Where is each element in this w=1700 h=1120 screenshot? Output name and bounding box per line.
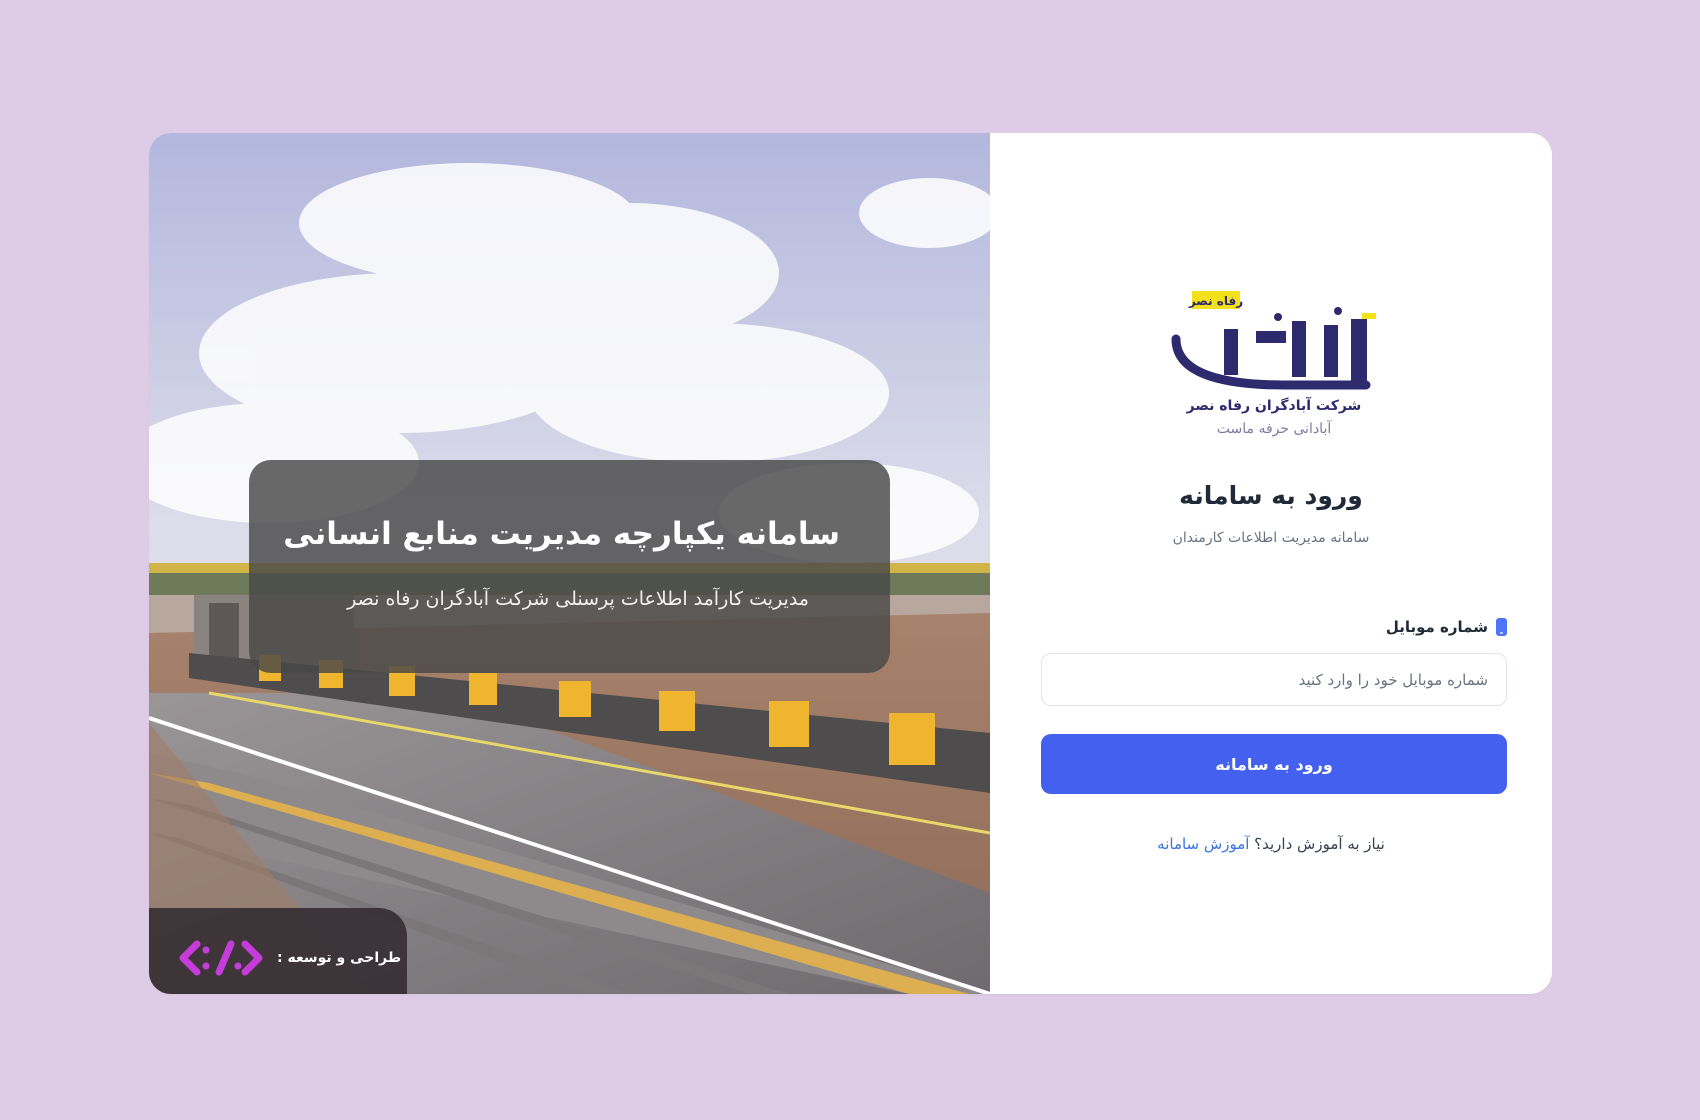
mobile-input[interactable] (1041, 653, 1507, 706)
hero-heading: سامانه یکپارچه مدیریت منابع انسانی (283, 516, 840, 552)
login-card: سامانه یکپارچه مدیریت منابع انسانی مدیری… (149, 133, 1552, 994)
company-logo: رفاه نصر شرکت آبادگران رفاه نصر آبادانی … (1171, 291, 1376, 437)
developer-logo-icon (179, 940, 263, 976)
credit-label: طراحی و توسعه : (277, 950, 402, 966)
login-panel: رفاه نصر شرکت آبادگران رفاه نصر آبادانی … (990, 133, 1552, 994)
help-text: نیاز به آموزش دارید؟ (1254, 835, 1385, 853)
help-line: نیاز به آموزش دارید؟ آموزش سامانه (990, 835, 1552, 853)
mobile-label-text: شماره موبایل (1385, 618, 1488, 636)
hero-overlay: سامانه یکپارچه مدیریت منابع انسانی مدیری… (249, 460, 890, 673)
mobile-phone-icon (1496, 618, 1507, 636)
logo-top-text: رفاه نصر (1188, 294, 1243, 308)
mobile-field-label: شماره موبایل (1386, 618, 1507, 636)
slogan-text: آبادانی حرفه ماست (1217, 419, 1333, 437)
login-subtitle: سامانه مدیریت اطلاعات کارمندان (1172, 530, 1370, 546)
login-title: ورود به سامانه (1179, 481, 1363, 510)
company-name-text: شرکت آبادگران رفاه نصر (1186, 396, 1362, 414)
hero-subheading: مدیریت کارآمد اطلاعات پرسنلی شرکت آبادگر… (347, 588, 809, 610)
login-button[interactable]: ورود به سامانه (1041, 734, 1507, 794)
hero-panel: سامانه یکپارچه مدیریت منابع انسانی مدیری… (149, 133, 990, 994)
developer-credit[interactable]: طراحی و توسعه : (149, 908, 407, 994)
help-link[interactable]: آموزش سامانه (1157, 835, 1249, 853)
